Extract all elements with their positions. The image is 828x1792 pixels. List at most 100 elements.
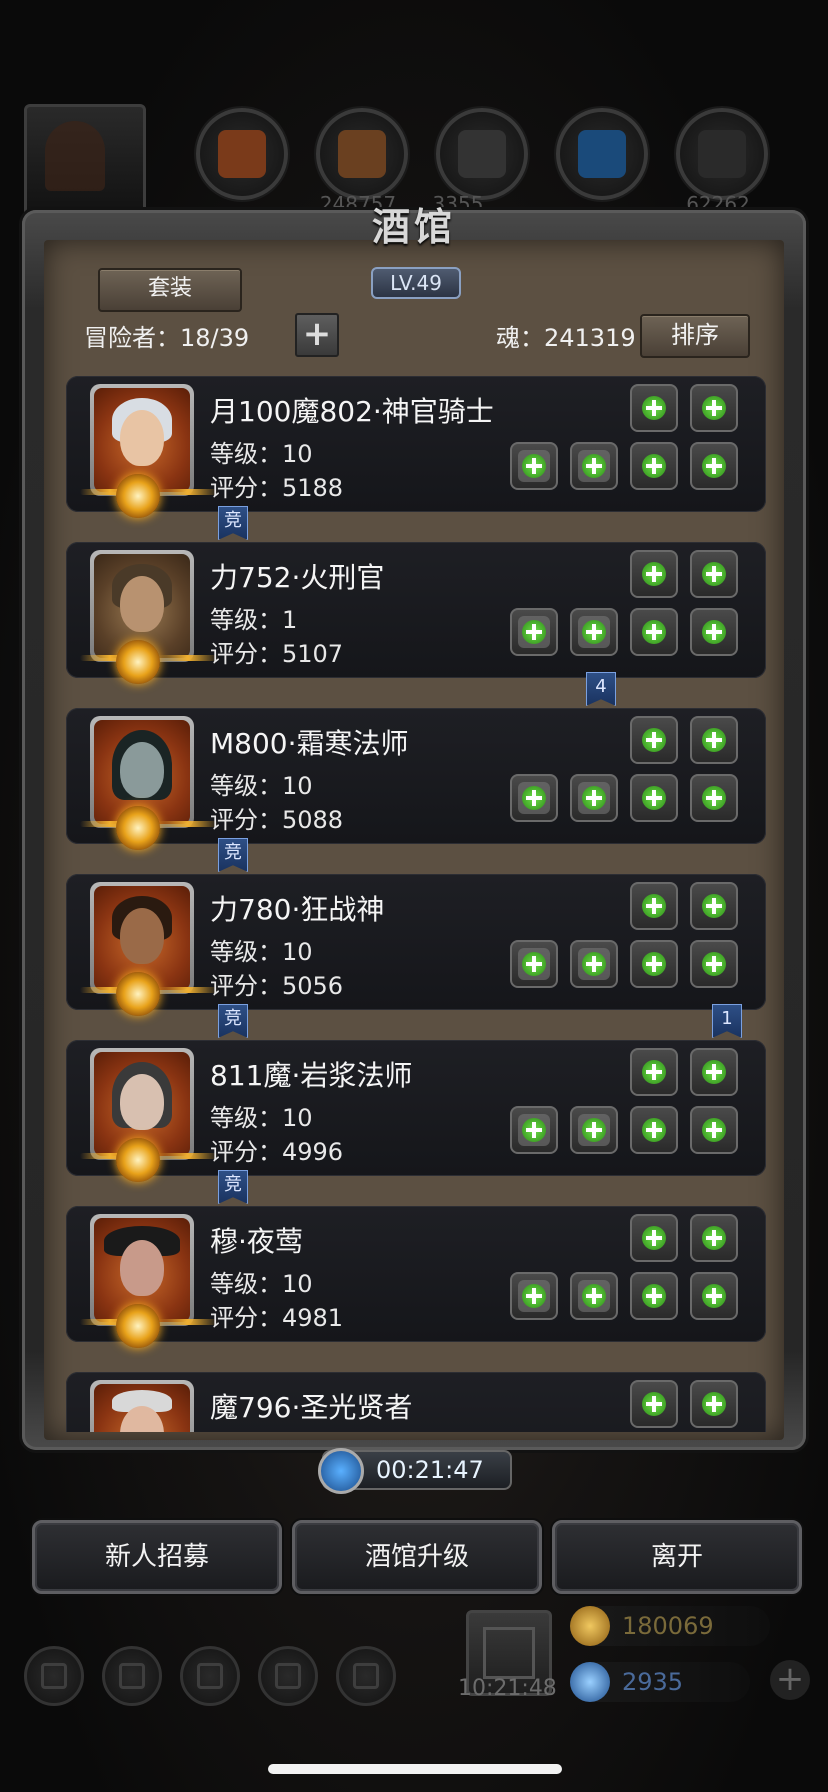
rune-slot-icon[interactable] xyxy=(690,384,738,432)
ring-slot-icon[interactable] xyxy=(630,442,678,490)
adventurer-card[interactable]: M800·霜寒法师 等级：10 评分：5088 xyxy=(66,708,766,850)
adventurer-score: 评分：4981 xyxy=(210,1304,344,1332)
adventurer-name: 魔796·圣光贤者 xyxy=(210,1391,413,1424)
weapon-slot-icon[interactable] xyxy=(510,1272,558,1320)
recruit-button[interactable]: 新人招募 xyxy=(32,1520,282,1594)
clock-icon xyxy=(318,1448,364,1494)
amulet-slot-icon[interactable] xyxy=(690,442,738,490)
gift-timer: 10:21:48 xyxy=(458,1676,557,1701)
adventurer-name: 月100魔802·神官骑士 xyxy=(210,395,494,428)
adventurer-card[interactable]: 力780·狂战神 等级：10 评分：5056 xyxy=(66,874,766,1016)
rune-slot-icon[interactable] xyxy=(630,1214,678,1262)
level-badge: LV.49 xyxy=(371,267,461,299)
amulet-slot-icon[interactable] xyxy=(690,1106,738,1154)
armor-slot-icon[interactable] xyxy=(570,774,618,822)
adventurer-card[interactable]: 穆·夜莺 等级：10 评分：4981 xyxy=(66,1206,766,1348)
rank-star-icon xyxy=(116,640,160,684)
adventurer-score: 评分：5056 xyxy=(210,972,344,1000)
tavern-timer: 00:21:47 xyxy=(318,1448,512,1494)
adventurer-score: 评分：5107 xyxy=(210,640,344,668)
amulet-slot-icon[interactable] xyxy=(690,608,738,656)
adventurer-level: 等级：10 xyxy=(210,938,313,966)
rune-slot-icon[interactable] xyxy=(690,550,738,598)
weapon-slot-icon[interactable] xyxy=(510,442,558,490)
rune-slot-icon[interactable] xyxy=(690,1380,738,1428)
armor-slot-icon[interactable] xyxy=(570,1106,618,1154)
rank-star-icon xyxy=(116,474,160,518)
formation-icon[interactable] xyxy=(180,1646,240,1706)
rune-slot-icon[interactable] xyxy=(690,716,738,764)
adventurer-name: 力752·火刑官 xyxy=(210,561,385,594)
skill-icon[interactable] xyxy=(102,1646,162,1706)
amulet-slot-icon[interactable] xyxy=(690,1272,738,1320)
resource-stone-icon xyxy=(436,108,528,200)
settings-icon[interactable] xyxy=(24,1646,84,1706)
page-title: 酒馆 xyxy=(340,196,488,256)
ring-slot-icon[interactable] xyxy=(630,608,678,656)
rune-slot-icon[interactable] xyxy=(630,882,678,930)
adventurer-score: 评分：5088 xyxy=(210,806,344,834)
amulet-slot-icon[interactable] xyxy=(690,774,738,822)
rank-star-icon xyxy=(116,806,160,850)
weapon-slot-icon[interactable] xyxy=(510,1106,558,1154)
armor-slot-icon[interactable] xyxy=(570,940,618,988)
rune-slot-icon[interactable] xyxy=(630,550,678,598)
title-text: 酒馆 xyxy=(371,204,456,249)
adventurer-name: 穆·夜莺 xyxy=(210,1225,303,1258)
ring-slot-icon[interactable] xyxy=(630,940,678,988)
rune-slot-icon[interactable] xyxy=(630,384,678,432)
mail-icon[interactable] xyxy=(258,1646,318,1706)
map-icon[interactable] xyxy=(336,1646,396,1706)
adventurer-score: 评分：5188 xyxy=(210,474,344,502)
amulet-slot-icon[interactable] xyxy=(690,940,738,988)
ring-slot-icon[interactable] xyxy=(630,1106,678,1154)
add-slot-button[interactable]: + xyxy=(295,313,339,357)
home-indicator[interactable] xyxy=(268,1764,562,1774)
gold-coin-icon xyxy=(570,1606,610,1646)
rune-slot-icon[interactable] xyxy=(630,1048,678,1096)
rune-slot-icon[interactable] xyxy=(690,882,738,930)
adventurer-name: M800·霜寒法师 xyxy=(210,727,409,760)
upgrade-tavern-button[interactable]: 酒馆升级 xyxy=(292,1520,542,1594)
hero-avatar[interactable] xyxy=(24,104,146,220)
resource-crystal-icon xyxy=(556,108,648,200)
rune-slot-icon[interactable] xyxy=(630,716,678,764)
gem-counter: 2935 xyxy=(570,1662,750,1702)
armor-slot-icon[interactable] xyxy=(570,608,618,656)
ring-slot-icon[interactable] xyxy=(630,1272,678,1320)
gem-icon xyxy=(570,1662,610,1702)
adventurer-portrait xyxy=(90,1380,194,1432)
rank-star-icon xyxy=(116,972,160,1016)
set-button[interactable]: 套装 xyxy=(98,268,242,312)
ring-slot-icon[interactable] xyxy=(630,774,678,822)
rune-slot-icon[interactable] xyxy=(690,1048,738,1096)
adventurer-level: 等级：10 xyxy=(210,440,313,468)
rank-tag: 1 xyxy=(712,1004,742,1038)
weapon-slot-icon[interactable] xyxy=(510,940,558,988)
adventurer-score: 评分：4996 xyxy=(210,1138,344,1166)
rank-star-icon xyxy=(116,1138,160,1182)
weapon-slot-icon[interactable] xyxy=(510,608,558,656)
weapon-slot-icon[interactable] xyxy=(510,774,558,822)
rank-tag: 4 xyxy=(586,672,616,706)
add-currency-button[interactable]: + xyxy=(770,1660,810,1700)
resource-iron-icon xyxy=(676,108,768,200)
adventurer-level: 等级：10 xyxy=(210,772,313,800)
gold-counter: 180069 xyxy=(570,1606,770,1646)
arena-tag: 竞 xyxy=(218,838,248,872)
rune-slot-icon[interactable] xyxy=(630,1380,678,1428)
sort-button[interactable]: 排序 xyxy=(640,314,750,358)
leave-button[interactable]: 离开 xyxy=(552,1520,802,1594)
arena-tag: 竞 xyxy=(218,1170,248,1204)
adventurer-card[interactable]: 魔796·圣光贤者 xyxy=(66,1372,766,1432)
adventurer-card[interactable]: 811魔·岩浆法师 等级：10 评分：4996 xyxy=(66,1040,766,1182)
adventurer-card[interactable]: 月100魔802·神官骑士 等级：10 评分：5188 xyxy=(66,376,766,518)
rune-slot-icon[interactable] xyxy=(690,1214,738,1262)
arena-tag: 竞 xyxy=(218,506,248,540)
adventurer-count: 冒险者：18/39 xyxy=(84,324,250,352)
armor-slot-icon[interactable] xyxy=(570,1272,618,1320)
resource-meat-icon xyxy=(196,108,288,200)
adventurer-level: 等级：10 xyxy=(210,1104,313,1132)
adventurer-card[interactable]: 力752·火刑官 等级：1 评分：5107 xyxy=(66,542,766,684)
armor-slot-icon[interactable] xyxy=(570,442,618,490)
